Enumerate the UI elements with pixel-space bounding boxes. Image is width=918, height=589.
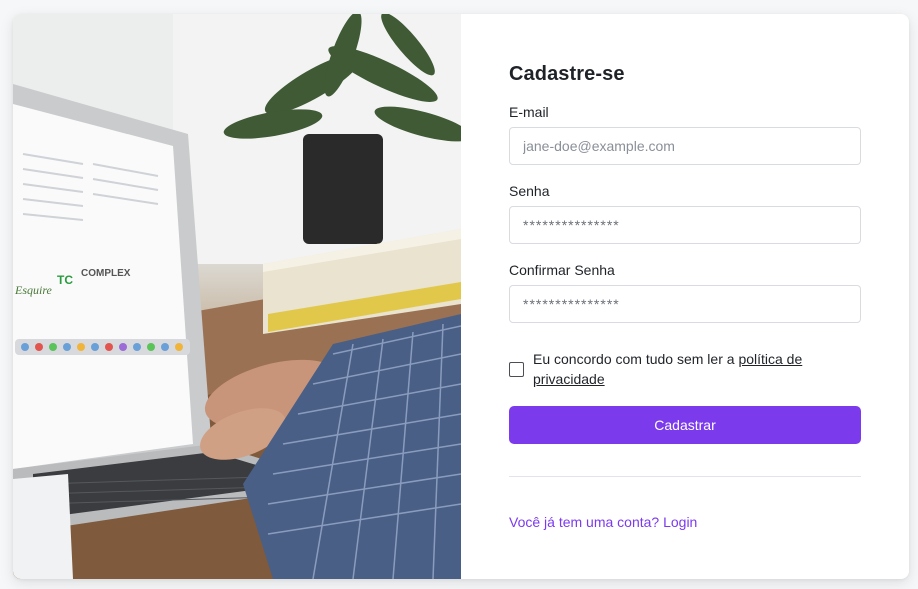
signup-form-panel: Cadastre-se E-mail Senha Confirmar Senha…: [461, 14, 909, 579]
confirm-password-field[interactable]: [509, 285, 861, 323]
agree-checkbox[interactable]: [509, 361, 524, 377]
confirm-password-label: Confirmar Senha: [509, 262, 615, 278]
signup-form: Cadastre-se E-mail Senha Confirmar Senha…: [509, 63, 861, 532]
tc-logo: TC: [57, 273, 73, 287]
password-field[interactable]: [509, 206, 861, 244]
laptop-desk-illustration: Esquire TC COMPLEX: [13, 14, 461, 579]
email-field[interactable]: [509, 127, 861, 165]
confirm-password-field-group: Confirmar Senha: [509, 262, 861, 323]
signup-card: Esquire TC COMPLEX Cadastre-se E-mail ja…: [13, 14, 909, 579]
illustration-photo: Esquire TC COMPLEX: [13, 14, 461, 579]
page-title: Cadastre-se: [509, 63, 625, 85]
password-label: Senha: [509, 183, 550, 199]
email-field-group: E-mail: [509, 104, 861, 165]
esquire-logo: Esquire: [14, 283, 53, 297]
agree-label: Eu concordo com tudo sem ler a: [533, 351, 739, 367]
register-button[interactable]: Cadastrar: [509, 406, 861, 444]
password-field-group: Senha: [509, 183, 861, 244]
agree-text: Eu concordo com tudo sem ler a política …: [533, 349, 861, 389]
privacy-agreement: Eu concordo com tudo sem ler a política …: [509, 349, 861, 389]
login-link[interactable]: Você já tem uma conta? Login: [509, 514, 697, 530]
complex-logo: COMPLEX: [81, 268, 131, 279]
divider: [509, 476, 861, 477]
email-label: E-mail: [509, 104, 549, 120]
